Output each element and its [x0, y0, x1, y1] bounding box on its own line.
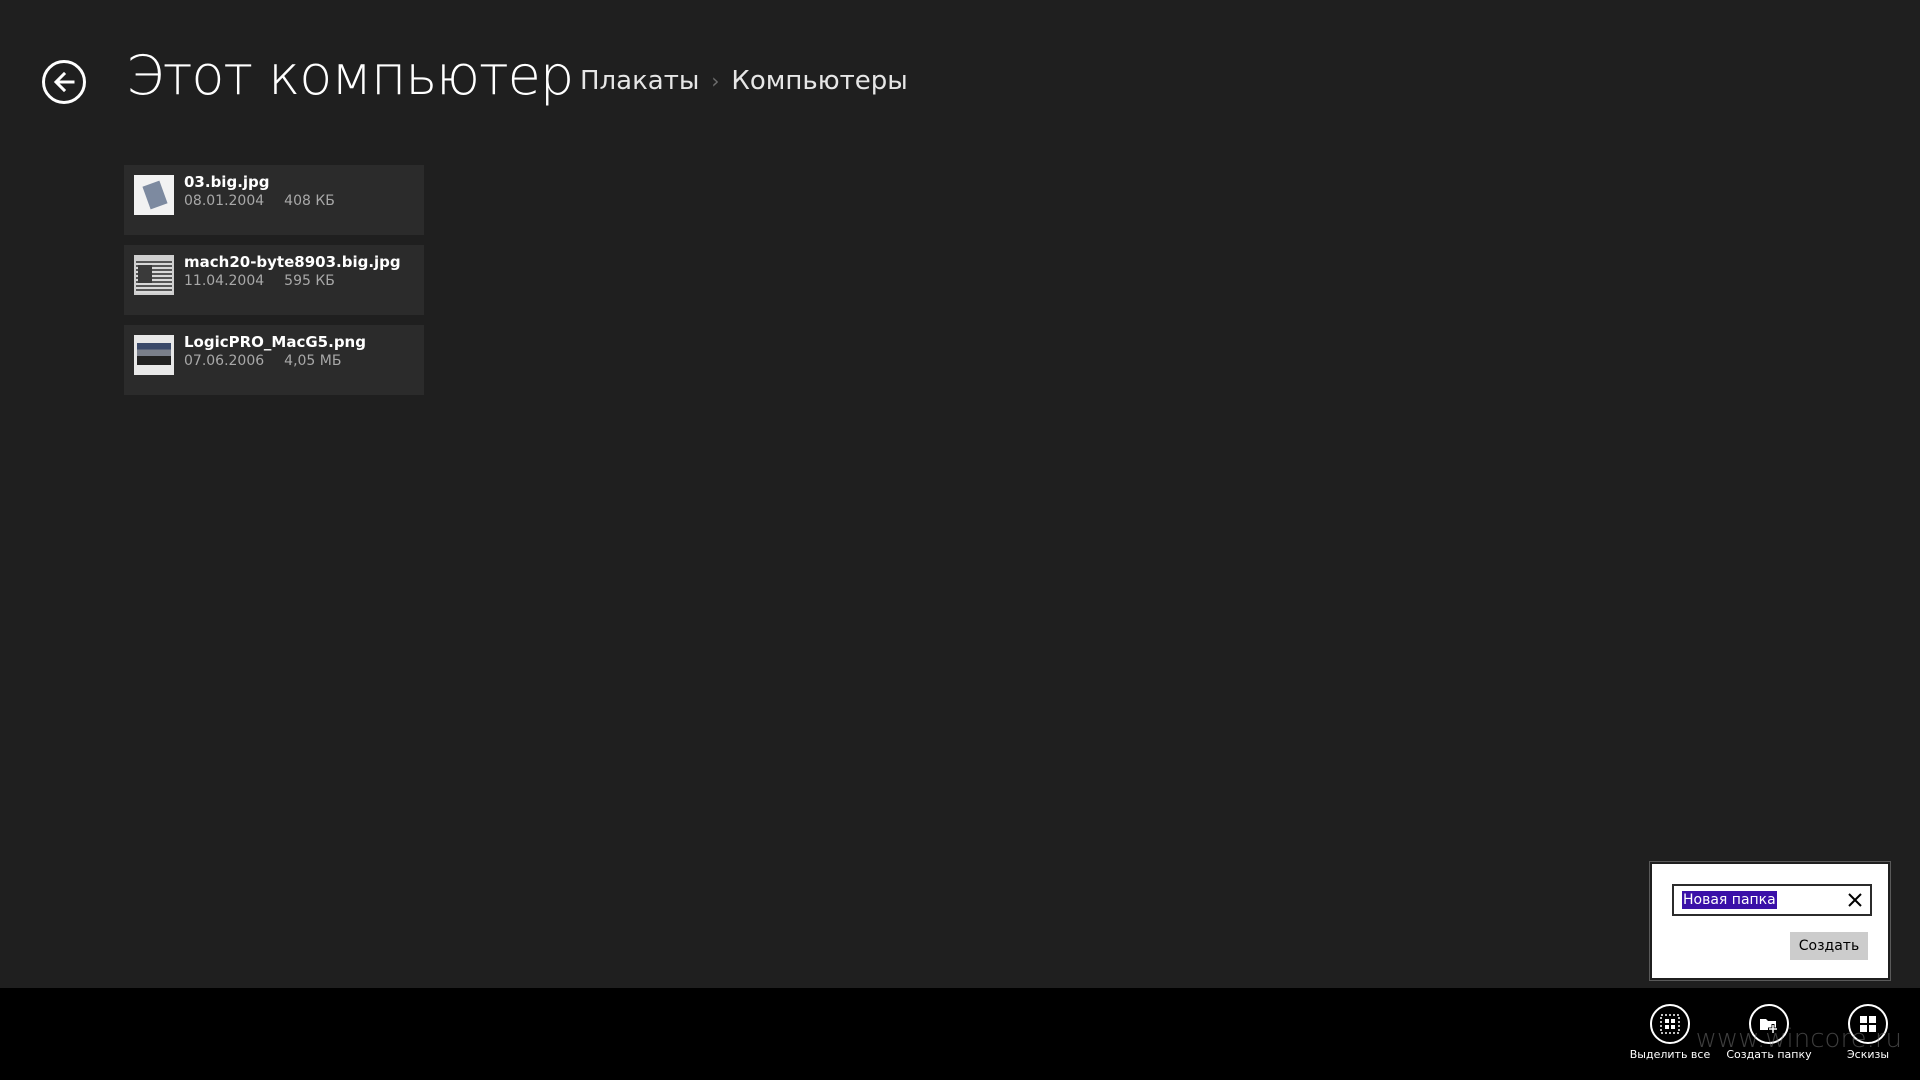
- new-folder-flyout: Новая папка Создать: [1649, 861, 1891, 981]
- file-list: 03.big.jpg 08.01.2004 408 КБ mach20-byte8…: [124, 165, 424, 405]
- file-meta: 11.04.2004 595 КБ: [184, 271, 401, 291]
- clear-input-button[interactable]: [1844, 889, 1866, 911]
- file-size: 4,05 МБ: [284, 353, 342, 369]
- new-folder-icon: [1760, 1019, 1778, 1034]
- file-info: LogicPRO_MacG5.png 07.06.2006 4,05 МБ: [184, 325, 366, 371]
- file-picker-page: Этот компьютер Плакаты › Компьютеры 03.b…: [0, 0, 1920, 1080]
- file-info: mach20-byte8903.big.jpg 11.04.2004 595 КБ: [184, 245, 401, 291]
- select-all-icon-circle: [1650, 1004, 1690, 1044]
- thumbnails-label: Эскизы: [1846, 1048, 1890, 1061]
- folder-name-selected-text[interactable]: Новая папка: [1682, 891, 1777, 909]
- folder-name-input[interactable]: Новая папка: [1672, 884, 1872, 916]
- file-info: 03.big.jpg 08.01.2004 408 КБ: [184, 165, 335, 211]
- new-folder-icon-circle: [1749, 1004, 1789, 1044]
- file-thumbnail: [134, 255, 174, 295]
- select-all-icon: [1660, 1014, 1680, 1034]
- new-folder-label: Создать папку: [1726, 1048, 1812, 1061]
- file-thumbnail: [134, 175, 174, 215]
- select-all-button[interactable]: Выделить все: [1622, 1004, 1718, 1061]
- new-folder-button[interactable]: Создать папку: [1721, 1004, 1817, 1061]
- file-name: LogicPRO_MacG5.png: [184, 333, 366, 351]
- file-date: 11.04.2004: [184, 273, 265, 289]
- file-name: 03.big.jpg: [184, 173, 270, 191]
- back-button[interactable]: [42, 60, 86, 104]
- file-item[interactable]: LogicPRO_MacG5.png 07.06.2006 4,05 МБ: [124, 325, 424, 395]
- chevron-right-icon: ›: [711, 69, 720, 93]
- file-size: 595 КБ: [284, 273, 335, 289]
- create-folder-button[interactable]: Создать: [1790, 932, 1868, 960]
- file-item[interactable]: mach20-byte8903.big.jpg 11.04.2004 595 КБ: [124, 245, 424, 315]
- breadcrumb: Плакаты › Компьютеры: [580, 66, 908, 96]
- back-arrow-icon: [53, 71, 75, 93]
- thumbnails-button[interactable]: Эскизы: [1820, 1004, 1916, 1061]
- file-item[interactable]: 03.big.jpg 08.01.2004 408 КБ: [124, 165, 424, 235]
- file-thumbnail: [134, 335, 174, 375]
- file-meta: 07.06.2006 4,05 МБ: [184, 351, 366, 371]
- page-title: Этот компьютер: [126, 44, 574, 107]
- select-all-label: Выделить все: [1629, 1048, 1711, 1061]
- file-meta: 08.01.2004 408 КБ: [184, 191, 335, 211]
- breadcrumb-item-computers[interactable]: Компьютеры: [731, 66, 907, 96]
- close-icon: [1848, 893, 1862, 907]
- file-name: mach20-byte8903.big.jpg: [184, 253, 401, 271]
- file-size: 408 КБ: [284, 193, 335, 209]
- file-date: 07.06.2006: [184, 353, 265, 369]
- file-date: 08.01.2004: [184, 193, 265, 209]
- thumbnails-icon-circle: [1848, 1004, 1888, 1044]
- thumbnails-grid-icon: [1860, 1016, 1876, 1032]
- breadcrumb-item-posters[interactable]: Плакаты: [580, 66, 699, 96]
- app-bar: Выделить все Создать папку Эскизы www.wi…: [0, 988, 1920, 1080]
